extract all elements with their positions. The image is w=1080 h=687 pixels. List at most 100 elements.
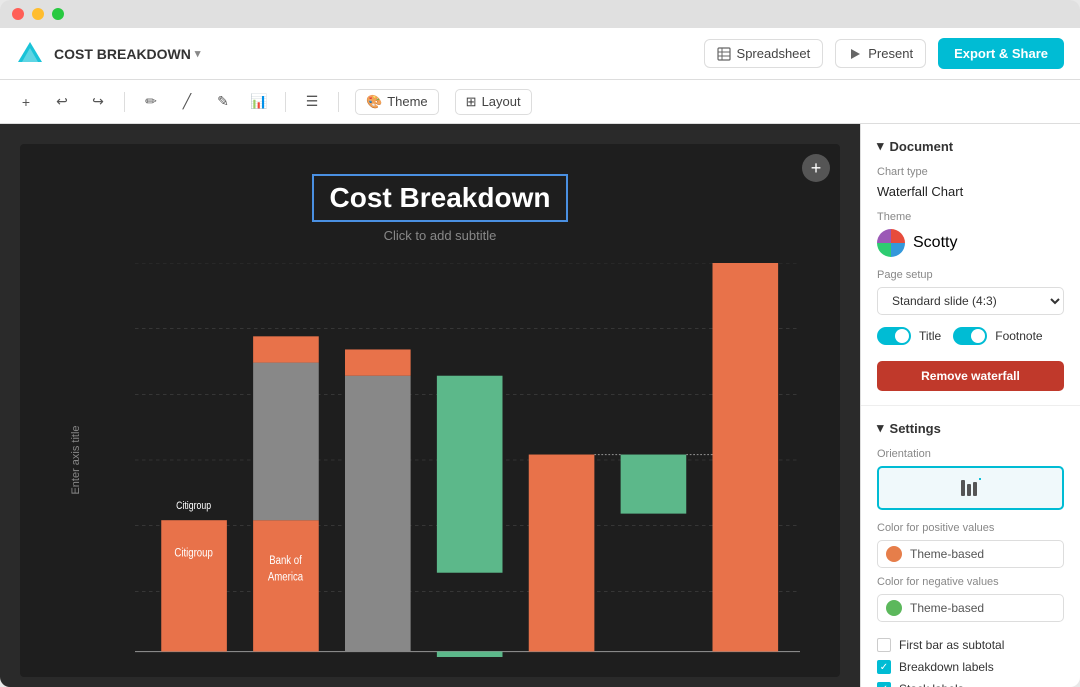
title-toggle[interactable]	[877, 327, 911, 345]
settings-chevron-icon: ▾	[877, 420, 884, 436]
settings-header[interactable]: ▾ Settings	[877, 420, 1064, 436]
layout-button[interactable]: ⊞ Layout	[455, 89, 532, 115]
slide: Cost Breakdown Click to add subtitle + E…	[20, 144, 840, 677]
title-bar	[0, 0, 1080, 28]
chart-type-label: Chart type	[877, 166, 1064, 178]
stack-labels-checkbox[interactable]: ✓	[877, 682, 891, 687]
orientation-icon	[959, 476, 983, 500]
layout-icon: ⊞	[466, 94, 477, 110]
line-icon[interactable]: ╱	[177, 92, 197, 112]
breakdown-row: ✓ Breakdown labels	[877, 660, 1064, 674]
present-button[interactable]: Present	[835, 39, 926, 68]
bar-1	[161, 520, 227, 651]
color-positive-value: Theme-based	[910, 547, 984, 561]
theme-label: Theme	[877, 211, 1064, 223]
orientation-label: Orientation	[877, 448, 1064, 460]
footnote-toggle-label: Footnote	[995, 329, 1042, 343]
chart-area: Enter axis title $ 300,000	[80, 263, 800, 657]
bar-2-base	[253, 520, 319, 651]
first-bar-checkbox[interactable]	[877, 638, 891, 652]
footnote-toggle[interactable]	[953, 327, 987, 345]
chart-subtitle[interactable]: Click to add subtitle	[384, 228, 497, 243]
bar-4	[437, 376, 503, 573]
color-negative-row[interactable]: Theme-based	[877, 594, 1064, 622]
theme-swatch[interactable]: Scotty	[877, 229, 1064, 257]
toolbar-divider-2	[285, 92, 286, 112]
svg-text:Citigroup: Citigroup	[174, 546, 212, 559]
color-negative-value: Theme-based	[910, 601, 984, 615]
page-setup-label: Page setup	[877, 269, 1064, 281]
stack-labels-row: ✓ Stack labels	[877, 682, 1064, 687]
bar-3-top	[345, 349, 411, 375]
bar-7	[713, 263, 779, 652]
minimize-button[interactable]	[32, 8, 44, 20]
toggles-row: Title Footnote	[877, 327, 1064, 353]
color-positive-dot	[886, 546, 902, 562]
orientation-button[interactable]	[877, 466, 1064, 510]
breakdown-checkbox[interactable]: ✓	[877, 660, 891, 674]
pencil-icon[interactable]: ✎	[213, 92, 233, 112]
document-header[interactable]: ▾ Document	[877, 138, 1064, 154]
bar-5	[529, 455, 595, 652]
bar-2-top	[253, 336, 319, 362]
main-content: Cost Breakdown Click to add subtitle + E…	[0, 124, 1080, 687]
svg-text:Bank of: Bank of	[269, 554, 302, 567]
bar-6	[621, 455, 687, 514]
stack-check-icon: ✓	[880, 684, 888, 687]
toolbar: + ↩ ↪ ✏ ╱ ✎ 📊 ☰ 🎨 Theme ⊞ Layout	[0, 80, 1080, 124]
remove-waterfall-button[interactable]: Remove waterfall	[877, 361, 1064, 391]
chart-title: Cost Breakdown	[330, 182, 551, 213]
add-element-button[interactable]: +	[802, 154, 830, 182]
add-icon[interactable]: +	[16, 92, 36, 112]
bar-2-gray	[253, 363, 319, 521]
settings-section: ▾ Settings Orientation Color for positiv…	[861, 406, 1080, 687]
chart-type-value: Waterfall Chart	[877, 184, 1064, 199]
canvas-area[interactable]: Cost Breakdown Click to add subtitle + E…	[0, 124, 860, 687]
first-bar-label: First bar as subtotal	[899, 638, 1004, 652]
spreadsheet-icon	[717, 47, 731, 61]
color-positive-label: Color for positive values	[877, 522, 1064, 534]
app-title[interactable]: COST BREAKDOWN ▾	[54, 46, 200, 62]
theme-icon: 🎨	[366, 94, 382, 110]
top-bar: COST BREAKDOWN ▾ Spreadsheet Present	[0, 28, 1080, 80]
color-positive-row[interactable]: Theme-based	[877, 540, 1064, 568]
undo-icon[interactable]: ↩	[52, 92, 72, 112]
page-setup-select[interactable]: Standard slide (4:3)	[877, 287, 1064, 315]
bar-4-bottom	[437, 652, 503, 657]
theme-circle	[877, 229, 905, 257]
toolbar-divider-3	[338, 92, 339, 112]
maximize-button[interactable]	[52, 8, 64, 20]
list-icon[interactable]: ☰	[302, 92, 322, 112]
app-window: COST BREAKDOWN ▾ Spreadsheet Present	[0, 0, 1080, 687]
theme-button[interactable]: 🎨 Theme	[355, 89, 439, 115]
chevron-icon: ▾	[195, 47, 201, 60]
footnote-toggle-row: Footnote	[953, 327, 1042, 345]
redo-icon[interactable]: ↪	[88, 92, 108, 112]
title-toggle-label: Title	[919, 329, 941, 343]
waterfall-chart-svg: $ 300,000 $ 250,000 $ 200,000 $ 150,000 …	[135, 263, 800, 657]
svg-text:Citigroup: Citigroup	[176, 500, 211, 512]
color-negative-dot	[886, 600, 902, 616]
edit-icon[interactable]: ✏	[141, 92, 161, 112]
theme-name: Scotty	[913, 234, 957, 252]
chart-icon[interactable]: 📊	[249, 92, 269, 112]
present-icon	[848, 47, 862, 61]
top-bar-actions: Spreadsheet Present Export & Share	[704, 38, 1064, 69]
color-negative-label: Color for negative values	[877, 576, 1064, 588]
chart-title-box[interactable]: Cost Breakdown	[312, 174, 569, 222]
toolbar-divider-1	[124, 92, 125, 112]
first-bar-row: First bar as subtotal	[877, 638, 1064, 652]
document-section: ▾ Document Chart type Waterfall Chart Th…	[861, 124, 1080, 406]
app-logo	[16, 40, 44, 68]
y-axis-label: Enter axis title	[70, 425, 82, 494]
svg-text:America: America	[268, 570, 304, 583]
breakdown-label: Breakdown labels	[899, 660, 994, 674]
stack-labels-label: Stack labels	[899, 682, 964, 687]
bar-3	[345, 376, 411, 652]
document-chevron-icon: ▾	[877, 138, 884, 154]
spreadsheet-button[interactable]: Spreadsheet	[704, 39, 824, 68]
close-button[interactable]	[12, 8, 24, 20]
breakdown-check-icon: ✓	[880, 662, 888, 673]
right-panel: ▾ Document Chart type Waterfall Chart Th…	[860, 124, 1080, 687]
export-share-button[interactable]: Export & Share	[938, 38, 1064, 69]
